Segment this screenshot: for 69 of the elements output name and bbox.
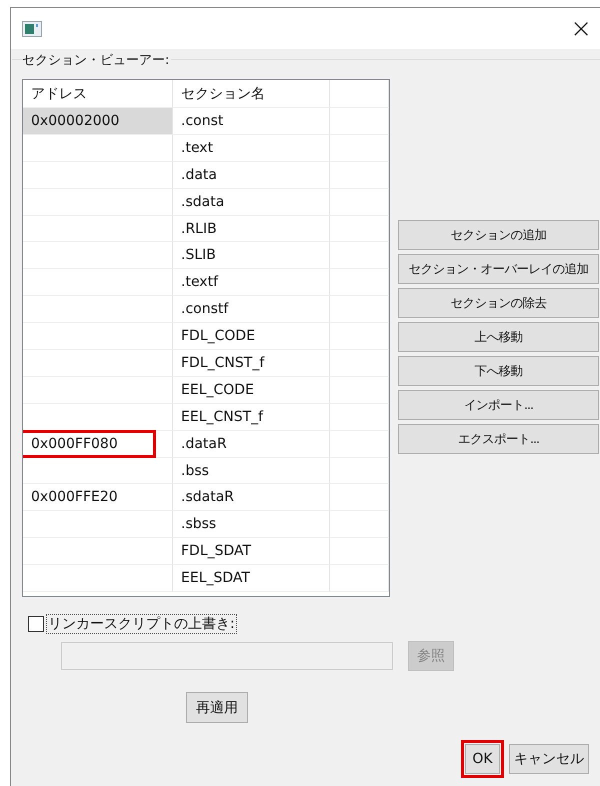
section-action-button[interactable]: インポート... [398,390,599,420]
section-name-cell[interactable]: .sbss [173,511,330,538]
address-cell[interactable] [23,188,173,216]
column-header[interactable]: セクション名 [173,80,330,108]
section-name-cell[interactable]: .const [173,108,330,135]
section-action-button[interactable]: セクションの追加 [398,220,599,250]
section-name-cell[interactable]: EEL_SDAT [173,565,330,592]
section-name-cell[interactable]: .constf [173,296,330,324]
address-cell[interactable] [23,323,173,350]
table-cell [330,376,389,404]
table-cell [330,242,389,270]
address-cell[interactable] [23,296,173,324]
section-name-cell[interactable]: FDL_CNST_f [173,350,330,377]
section-name-cell[interactable]: .RLIB [173,216,330,242]
address-cell[interactable] [23,458,173,484]
address-cell[interactable]: 0x00002000 [23,108,173,135]
section-name-cell[interactable]: .textf [173,269,330,296]
address-cell[interactable] [23,538,173,566]
section-action-button[interactable]: セクションの除去 [398,288,599,318]
table-cell [330,430,389,458]
section-name-cell[interactable]: .sdataR [173,484,330,512]
address-cell[interactable] [23,376,173,404]
table-cell [330,134,389,162]
table-cell [330,538,389,566]
section-name-cell[interactable]: EEL_CODE [173,376,330,404]
section-name-cell[interactable]: FDL_SDAT [173,538,330,566]
table-cell [330,484,389,512]
address-cell[interactable] [23,242,173,270]
section-action-button[interactable]: エクスポート... [398,424,599,454]
section-name-cell[interactable]: .SLIB [173,242,330,270]
address-cell[interactable] [23,350,173,377]
close-button[interactable]: × [566,16,596,42]
checkbox[interactable] [28,616,44,632]
section-name-cell[interactable]: .sdata [173,188,330,216]
checkbox-label[interactable]: リンカースクリプトの上書き: [46,614,237,634]
table-cell [330,296,389,324]
address-cell[interactable] [23,162,173,189]
dialog-button[interactable]: キャンセル [509,744,589,774]
table-cell [330,323,389,350]
section-name-cell[interactable]: .bss [173,458,330,484]
address-cell[interactable] [23,511,173,538]
table-cell [330,511,389,538]
address-cell[interactable] [23,216,173,242]
section-name-cell[interactable]: EEL_CNST_f [173,404,330,431]
section-name-cell[interactable]: .data [173,162,330,189]
section-action-button[interactable]: 下へ移動 [398,356,599,386]
address-cell[interactable] [23,134,173,162]
table-cell [330,108,389,135]
address-cell[interactable] [23,269,173,296]
address-cell[interactable] [23,565,173,592]
table-cell [330,188,389,216]
section-name-cell[interactable]: .dataR [173,430,330,458]
reapply-button[interactable]: 再適用 [186,692,248,723]
table-cell [330,404,389,431]
app-icon [22,20,42,36]
section-action-button[interactable]: 上へ移動 [398,322,599,352]
group-label: セクション・ビューアー: [22,51,172,69]
section-name-cell[interactable]: FDL_CODE [173,323,330,350]
section-action-button[interactable]: セクション・オーバーレイの追加 [398,254,599,284]
section-name-cell[interactable]: .text [173,134,330,162]
address-cell[interactable]: 0x000FFE20 [23,484,173,512]
table-cell [330,162,389,189]
dialog-button[interactable]: OK [465,744,500,774]
table-cell [330,269,389,296]
table-cell [330,565,389,592]
table-cell [330,216,389,242]
column-header [330,80,389,108]
table-cell [330,458,389,484]
table-cell [330,350,389,377]
